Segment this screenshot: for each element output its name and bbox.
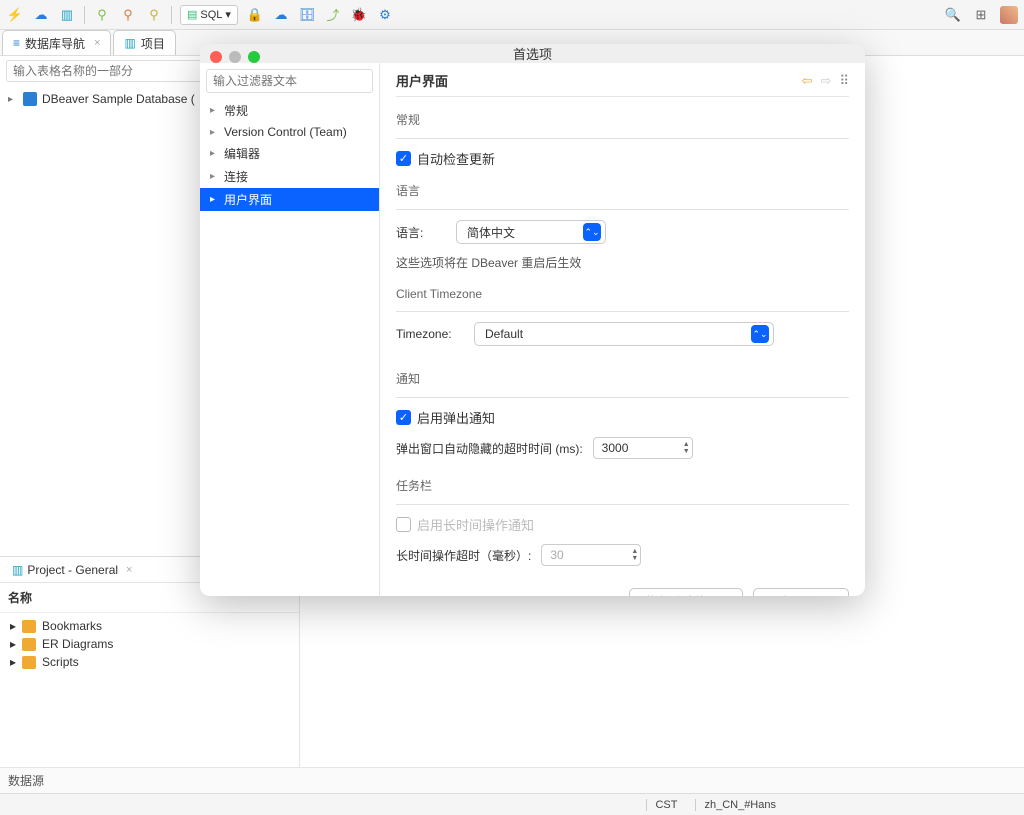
input-value: 30 — [550, 548, 563, 562]
expand-icon[interactable]: ▸ — [210, 148, 220, 159]
chevron-updown-icon: ⌃⌄ — [751, 325, 769, 343]
checkbox-popup-notify[interactable]: ✓ 启用弹出通知 — [396, 408, 849, 427]
expand-icon[interactable]: ▸ — [210, 127, 220, 138]
pref-node-general[interactable]: ▸常规 — [200, 99, 379, 122]
preferences-filter-input[interactable] — [206, 69, 373, 93]
longop-timeout-label: 长时间操作超时（毫秒）: — [396, 547, 531, 564]
select-value: 简体中文 — [467, 224, 515, 241]
dialog-title: 首选项 — [513, 44, 552, 63]
close-window-icon[interactable] — [210, 51, 222, 63]
expand-icon[interactable]: ▸ — [210, 194, 220, 205]
checkbox-auto-update[interactable]: ✓ 自动检查更新 — [396, 149, 849, 168]
input-value: 3000 — [602, 441, 629, 455]
checkbox-icon: ✓ — [396, 151, 411, 166]
group-language: 语言 — [396, 182, 849, 199]
minimize-window-icon[interactable] — [229, 51, 241, 63]
language-select[interactable]: 简体中文 ⌃⌄ — [456, 220, 606, 244]
pref-node-vcs[interactable]: ▸Version Control (Team) — [200, 122, 379, 142]
language-label: 语言: — [396, 224, 446, 241]
stepper-icon: ▲▼ — [631, 548, 638, 562]
checkbox-label: 启用弹出通知 — [417, 408, 495, 427]
pref-node-connections[interactable]: ▸连接 — [200, 165, 379, 188]
notify-timeout-input[interactable]: 3000 ▲▼ — [593, 437, 693, 459]
select-value: Default — [485, 327, 523, 341]
expand-icon[interactable]: ▸ — [210, 171, 220, 182]
restore-defaults-button[interactable]: 恢复默认值 (D) — [629, 588, 743, 596]
timezone-select[interactable]: Default ⌃⌄ — [474, 322, 774, 346]
apply-button[interactable]: 应用 (A) — [753, 588, 849, 596]
checkbox-icon: ✓ — [396, 410, 411, 425]
notify-timeout-label: 弹出窗口自动隐藏的超时时间 (ms): — [396, 440, 583, 457]
preferences-content: 用户界面 ⇦ ⇨ ⠿ 常规 ✓ 自动检查更新 语言 语言: — [380, 63, 865, 596]
checkbox-longop-notify[interactable]: 启用长时间操作通知 — [396, 515, 849, 534]
pref-node-ui[interactable]: ▸用户界面 — [200, 188, 379, 211]
group-timezone: Client Timezone — [396, 287, 849, 301]
pref-node-editors[interactable]: ▸编辑器 — [200, 142, 379, 165]
checkbox-label: 启用长时间操作通知 — [417, 515, 534, 534]
checkbox-label: 自动检查更新 — [417, 149, 495, 168]
group-general: 常规 — [396, 111, 849, 128]
dialog-titlebar: 首选项 — [200, 44, 865, 63]
back-icon[interactable]: ⇦ — [802, 73, 813, 89]
expand-icon[interactable]: ▸ — [210, 105, 220, 116]
preferences-dialog: 首选项 ▸常规 ▸Version Control (Team) ▸编辑器 ▸连接… — [200, 44, 865, 596]
forward-icon[interactable]: ⇨ — [821, 73, 832, 89]
checkbox-icon — [396, 517, 411, 532]
longop-timeout-input: 30 ▲▼ — [541, 544, 641, 566]
page-title: 用户界面 — [396, 71, 448, 90]
language-hint: 这些选项将在 DBeaver 重启后生效 — [396, 254, 849, 271]
timezone-label: Timezone: — [396, 327, 464, 341]
stepper-icon[interactable]: ▲▼ — [683, 441, 690, 455]
chevron-updown-icon: ⌃⌄ — [583, 223, 601, 241]
preferences-tree: ▸常规 ▸Version Control (Team) ▸编辑器 ▸连接 ▸用户… — [200, 63, 380, 596]
group-taskbar: 任务栏 — [396, 477, 849, 494]
zoom-window-icon[interactable] — [248, 51, 260, 63]
group-notify: 通知 — [396, 370, 849, 387]
menu-icon[interactable]: ⠿ — [839, 73, 849, 89]
